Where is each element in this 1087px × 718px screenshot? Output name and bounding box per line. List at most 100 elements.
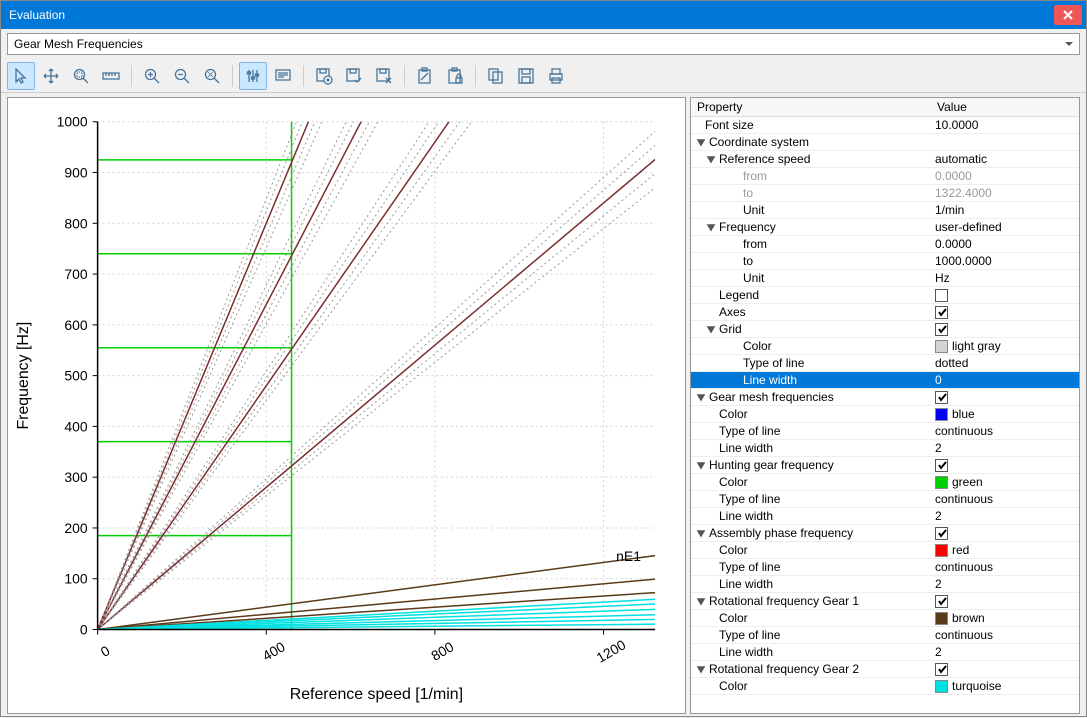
row-freq-to[interactable]: to1000.0000 xyxy=(691,253,1079,270)
comment-icon xyxy=(274,67,292,85)
zoom-fit-button[interactable] xyxy=(198,62,226,90)
svg-text:800: 800 xyxy=(428,638,456,664)
row-hgf-color[interactable]: Color green xyxy=(691,474,1079,491)
pan-button[interactable] xyxy=(37,62,65,90)
comment-button[interactable] xyxy=(269,62,297,90)
row-axes[interactable]: Axes xyxy=(691,304,1079,321)
window-title: Evaluation xyxy=(9,8,1054,22)
row-freq-from[interactable]: from0.0000 xyxy=(691,236,1079,253)
row-apf-width[interactable]: Line width2 xyxy=(691,576,1079,593)
color-swatch xyxy=(935,680,948,693)
twisty-icon[interactable] xyxy=(705,221,717,233)
row-rg1-width[interactable]: Line width2 xyxy=(691,644,1079,661)
checkbox[interactable] xyxy=(935,323,948,336)
titlebar: Evaluation xyxy=(1,1,1086,29)
analysis-select[interactable]: Gear Mesh Frequencies xyxy=(7,33,1080,55)
zoom-out-button[interactable] xyxy=(168,62,196,90)
row-gmf-color[interactable]: Color blue xyxy=(691,406,1079,423)
properties-scroll[interactable]: Property Value Font size10.0000 Coordina… xyxy=(691,98,1079,713)
copy-icon xyxy=(487,67,505,85)
row-hgf[interactable]: Hunting gear frequency xyxy=(691,457,1079,474)
row-rg1-color[interactable]: Color brown xyxy=(691,610,1079,627)
properties-pane: Property Value Font size10.0000 Coordina… xyxy=(690,97,1080,714)
row-apf-type[interactable]: Type of linecontinuous xyxy=(691,559,1079,576)
zoom-box-button[interactable] xyxy=(67,62,95,90)
row-ref-from: from0.0000 xyxy=(691,168,1079,185)
twisty-icon[interactable] xyxy=(695,136,707,148)
svg-text:400: 400 xyxy=(64,418,87,434)
row-apf[interactable]: Assembly phase frequency xyxy=(691,525,1079,542)
checkbox[interactable] xyxy=(935,306,948,319)
row-gmf[interactable]: Gear mesh frequencies xyxy=(691,389,1079,406)
color-swatch xyxy=(935,476,948,489)
main-area: 0100200300400500600700800900100004008001… xyxy=(1,93,1086,718)
row-rg1[interactable]: Rotational frequency Gear 1 xyxy=(691,593,1079,610)
checkbox[interactable] xyxy=(935,527,948,540)
disk-check-button[interactable] xyxy=(340,62,368,90)
ruler-button[interactable] xyxy=(97,62,125,90)
close-button[interactable] xyxy=(1054,5,1082,25)
svg-text:800: 800 xyxy=(64,215,87,231)
checkbox[interactable] xyxy=(935,289,948,302)
row-grid[interactable]: Grid xyxy=(691,321,1079,338)
twisty-icon[interactable] xyxy=(695,459,707,471)
row-grid-width[interactable]: Line width0 xyxy=(691,372,1079,389)
row-ref-speed[interactable]: Reference speedautomatic xyxy=(691,151,1079,168)
row-rg2-color[interactable]: Color turquoise xyxy=(691,678,1079,695)
svg-text:500: 500 xyxy=(64,368,87,384)
checkbox[interactable] xyxy=(935,391,948,404)
row-hgf-width[interactable]: Line width2 xyxy=(691,508,1079,525)
chart-pane[interactable]: 0100200300400500600700800900100004008001… xyxy=(7,97,686,714)
svg-text:1000: 1000 xyxy=(57,114,88,130)
color-swatch xyxy=(935,544,948,557)
twisty-icon[interactable] xyxy=(695,527,707,539)
row-rg2[interactable]: Rotational frequency Gear 2 xyxy=(691,661,1079,678)
save-icon xyxy=(517,67,535,85)
row-gmf-type[interactable]: Type of linecontinuous xyxy=(691,423,1079,440)
svg-text:700: 700 xyxy=(64,266,87,282)
twisty-icon[interactable] xyxy=(695,663,707,675)
row-legend[interactable]: Legend xyxy=(691,287,1079,304)
disk-check-icon xyxy=(345,67,363,85)
sliders-button[interactable] xyxy=(239,62,267,90)
color-swatch xyxy=(935,612,948,625)
row-apf-color[interactable]: Color red xyxy=(691,542,1079,559)
copy-button[interactable] xyxy=(482,62,510,90)
row-frequency[interactable]: Frequencyuser-defined xyxy=(691,219,1079,236)
disk-plus-button[interactable] xyxy=(310,62,338,90)
row-gmf-width[interactable]: Line width2 xyxy=(691,440,1079,457)
close-icon xyxy=(1063,10,1073,20)
row-grid-color[interactable]: Color light gray xyxy=(691,338,1079,355)
row-hgf-type[interactable]: Type of linecontinuous xyxy=(691,491,1079,508)
twisty-icon[interactable] xyxy=(695,595,707,607)
row-grid-type[interactable]: Type of linedotted xyxy=(691,355,1079,372)
zoom-fit-icon xyxy=(203,67,221,85)
sliders-icon xyxy=(244,67,262,85)
twisty-icon[interactable] xyxy=(705,153,717,165)
separator xyxy=(303,65,304,87)
row-freq-unit[interactable]: UnitHz xyxy=(691,270,1079,287)
row-ref-unit[interactable]: Unit1/min xyxy=(691,202,1079,219)
svg-text:400: 400 xyxy=(260,638,288,664)
pointer-button[interactable] xyxy=(7,62,35,90)
twisty-icon[interactable] xyxy=(705,323,717,335)
pointer-icon xyxy=(12,67,30,85)
save-button[interactable] xyxy=(512,62,540,90)
zoom-in-button[interactable] xyxy=(138,62,166,90)
disk-x-button[interactable] xyxy=(370,62,398,90)
clipboard-a-button[interactable] xyxy=(411,62,439,90)
row-font-size[interactable]: Font size10.0000 xyxy=(691,117,1079,134)
svg-text:900: 900 xyxy=(64,165,87,181)
svg-text:nE1: nE1 xyxy=(616,548,641,564)
checkbox[interactable] xyxy=(935,595,948,608)
checkbox[interactable] xyxy=(935,459,948,472)
svg-text:100: 100 xyxy=(64,571,87,587)
print-button[interactable] xyxy=(542,62,570,90)
color-swatch xyxy=(935,340,948,353)
clipboard-lock-button[interactable] xyxy=(441,62,469,90)
svg-text:0: 0 xyxy=(80,621,88,637)
checkbox[interactable] xyxy=(935,663,948,676)
properties-header: Property Value xyxy=(691,98,1079,117)
twisty-icon[interactable] xyxy=(695,391,707,403)
row-rg1-type[interactable]: Type of linecontinuous xyxy=(691,627,1079,644)
